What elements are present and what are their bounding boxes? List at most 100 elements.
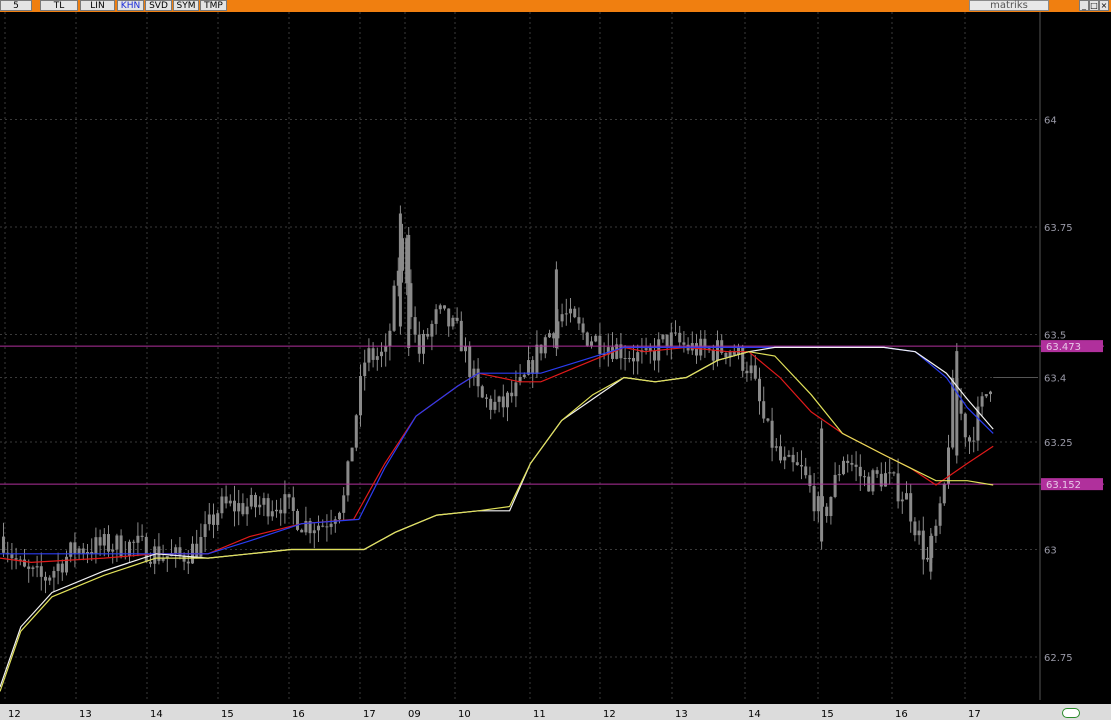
series-line-white xyxy=(0,346,994,688)
candle-body xyxy=(119,535,123,557)
candle-body xyxy=(959,400,963,414)
candle-body xyxy=(417,334,421,354)
candle-body xyxy=(375,356,379,360)
candle-body xyxy=(10,554,14,559)
candle-body xyxy=(237,503,241,512)
candle-body xyxy=(766,418,770,421)
candle-body xyxy=(287,494,291,498)
candle-body xyxy=(875,470,879,474)
candle-body xyxy=(228,500,232,504)
candle-body xyxy=(514,382,518,397)
candle-body xyxy=(594,335,598,342)
candle-body xyxy=(690,343,694,351)
candle-body xyxy=(186,561,190,564)
series-line-red xyxy=(0,346,994,564)
candle-body xyxy=(39,566,43,577)
candle-body xyxy=(531,360,535,374)
candle-body xyxy=(144,536,148,562)
candle-body xyxy=(73,542,77,554)
candle-body xyxy=(363,362,367,377)
candle-body xyxy=(476,368,480,387)
candle-body xyxy=(812,486,816,512)
candle-body xyxy=(644,348,648,351)
candle-body xyxy=(900,499,904,502)
candle-body xyxy=(398,213,402,327)
candle-body xyxy=(804,466,808,476)
candle-body xyxy=(850,462,854,465)
candle-body xyxy=(98,537,102,546)
candle-body xyxy=(407,235,411,348)
y-tick-label: 62.75 xyxy=(1044,653,1073,664)
candle-body xyxy=(245,506,249,515)
candle-body xyxy=(77,548,81,554)
candle-body xyxy=(598,335,602,354)
candle-body xyxy=(522,374,526,378)
candle-body xyxy=(980,396,984,407)
x-tick-label: 16 xyxy=(895,709,908,720)
candle-body xyxy=(262,498,266,505)
candle-body xyxy=(480,386,484,398)
candle-body xyxy=(367,348,371,363)
candle-body xyxy=(837,474,841,476)
candle-body xyxy=(564,313,568,315)
candle-body xyxy=(955,351,959,456)
candle-body xyxy=(749,365,753,374)
candle-body xyxy=(300,529,304,533)
candle-body xyxy=(489,398,493,410)
candle-body xyxy=(451,317,455,327)
candle-body xyxy=(909,493,913,522)
candle-body xyxy=(816,496,820,512)
x-tick-label: 15 xyxy=(821,709,834,720)
candle-body xyxy=(430,323,434,337)
candle-body xyxy=(581,323,585,333)
candle-body xyxy=(968,437,971,442)
candle-body xyxy=(132,541,136,543)
candle-body xyxy=(48,577,52,581)
candle-body xyxy=(44,576,47,581)
candle-body xyxy=(779,446,782,461)
candle-body xyxy=(745,370,749,374)
candle-body xyxy=(455,317,459,321)
series-line-yellow xyxy=(0,351,994,692)
candle-body xyxy=(648,348,652,351)
x-tick-label: 10 xyxy=(458,709,471,720)
candle-body xyxy=(661,334,665,340)
candle-body xyxy=(833,474,837,497)
candle-body xyxy=(270,511,274,517)
candle-body xyxy=(195,543,199,557)
candle-body xyxy=(312,530,316,534)
candle-body xyxy=(623,358,627,360)
candle-body xyxy=(384,346,388,352)
candle-body xyxy=(52,571,56,578)
candle-body xyxy=(149,561,152,564)
candle-body xyxy=(31,567,35,569)
y-tick-label: 63.25 xyxy=(1044,438,1073,449)
candle-body xyxy=(665,334,669,347)
candle-body xyxy=(695,343,698,356)
candle-body xyxy=(317,525,320,531)
candle-body xyxy=(35,566,39,568)
candle-body xyxy=(632,357,635,362)
candle-body xyxy=(724,352,728,358)
candle-body xyxy=(27,566,31,569)
candle-body xyxy=(896,473,900,502)
candle-body xyxy=(917,530,921,536)
price-chart[interactable]: 12 13 14 15 16 17 09 10 11 12 13 14 15 16 17 64 63.75 63.… xyxy=(0,0,1111,720)
candle-body xyxy=(94,537,98,554)
candle-body xyxy=(296,510,299,530)
candle-body xyxy=(871,470,875,492)
candle-body xyxy=(552,333,556,339)
candle-body xyxy=(279,509,283,514)
candle-body xyxy=(825,506,829,517)
candle-body xyxy=(791,454,795,463)
x-tick-label: 17 xyxy=(363,709,376,720)
candle-body xyxy=(422,333,425,354)
candle-body xyxy=(354,415,358,448)
candle-body xyxy=(350,447,354,462)
candle-body xyxy=(543,337,547,354)
x-tick-label: 13 xyxy=(675,709,688,720)
candle-body xyxy=(929,536,933,572)
candle-body xyxy=(938,503,942,526)
candle-body xyxy=(888,472,892,474)
candle-body xyxy=(627,357,631,359)
